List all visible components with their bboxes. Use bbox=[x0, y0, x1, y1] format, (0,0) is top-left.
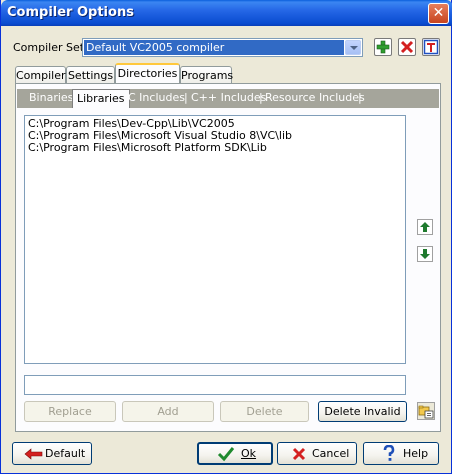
red-x-icon bbox=[400, 40, 414, 54]
title-bar[interactable]: Compiler Options ✕ bbox=[1, 0, 452, 26]
rename-icon bbox=[423, 39, 439, 55]
green-up-arrow-icon bbox=[420, 222, 430, 232]
subtab-libraries[interactable]: Libraries bbox=[72, 89, 130, 108]
cancel-label: Cancel bbox=[312, 447, 350, 460]
subtab-binaries[interactable]: Binaries bbox=[29, 91, 73, 107]
move-down-button[interactable] bbox=[417, 246, 433, 262]
browse-folder-icon bbox=[418, 405, 434, 419]
red-x-icon bbox=[292, 447, 306, 461]
cancel-button[interactable]: Cancel bbox=[277, 442, 357, 465]
close-button[interactable]: ✕ bbox=[428, 3, 449, 24]
compiler-set-value: Default VC2005 compiler bbox=[84, 40, 344, 55]
green-check-icon bbox=[217, 447, 235, 462]
subtab-separator: | bbox=[259, 91, 263, 104]
ok-label: Ok bbox=[241, 447, 257, 460]
move-up-button[interactable] bbox=[417, 219, 433, 235]
compiler-set-label: Compiler Set : bbox=[13, 41, 92, 54]
help-button[interactable]: Help bbox=[363, 442, 439, 465]
directories-panel: Binaries | Libraries C Includes | C++ In… bbox=[15, 83, 441, 432]
compiler-options-dialog: Compiler Options ✕ Compiler Set : Defaul… bbox=[0, 0, 452, 474]
question-mark-icon bbox=[383, 445, 395, 461]
delete-invalid-button[interactable]: Delete Invalid bbox=[318, 401, 407, 422]
help-label: Help bbox=[403, 447, 429, 460]
chevron-down-icon[interactable] bbox=[345, 40, 361, 55]
replace-button[interactable]: Replace bbox=[24, 401, 116, 422]
close-icon: ✕ bbox=[432, 5, 445, 21]
browse-button[interactable] bbox=[417, 402, 435, 420]
add-compiler-set-button[interactable] bbox=[374, 38, 392, 56]
ok-button[interactable]: Ok bbox=[197, 442, 273, 465]
directory-type-tabs: Binaries | Libraries C Includes | C++ In… bbox=[17, 89, 439, 108]
add-button[interactable]: Add bbox=[122, 401, 214, 422]
list-item[interactable]: C:\Program Files\Microsoft Platform SDK\… bbox=[25, 142, 405, 154]
tab-directories[interactable]: Directories bbox=[115, 63, 180, 85]
directory-path-input[interactable] bbox=[24, 375, 406, 395]
compiler-set-select[interactable]: Default VC2005 compiler bbox=[82, 38, 363, 57]
rename-compiler-set-button[interactable] bbox=[422, 38, 440, 56]
subtab-resource-includes[interactable]: Resource Includes bbox=[265, 91, 365, 107]
default-button[interactable]: Default bbox=[12, 442, 92, 465]
subtab-cpp-includes[interactable]: C++ Includes bbox=[191, 91, 266, 107]
green-down-arrow-icon bbox=[420, 249, 430, 259]
subtab-separator: | bbox=[184, 91, 188, 104]
delete-compiler-set-button[interactable] bbox=[398, 38, 416, 56]
directory-list[interactable]: C:\Program Files\Dev-Cpp\Lib\VC2005 C:\P… bbox=[24, 115, 406, 364]
subtab-c-includes[interactable]: C Includes bbox=[128, 91, 185, 107]
green-plus-icon bbox=[376, 40, 390, 54]
delete-button[interactable]: Delete bbox=[220, 401, 309, 422]
subtab-separator: | bbox=[358, 91, 362, 104]
default-label: Default bbox=[45, 447, 86, 460]
red-left-arrow-icon bbox=[24, 448, 43, 460]
window-title: Compiler Options bbox=[7, 5, 134, 20]
